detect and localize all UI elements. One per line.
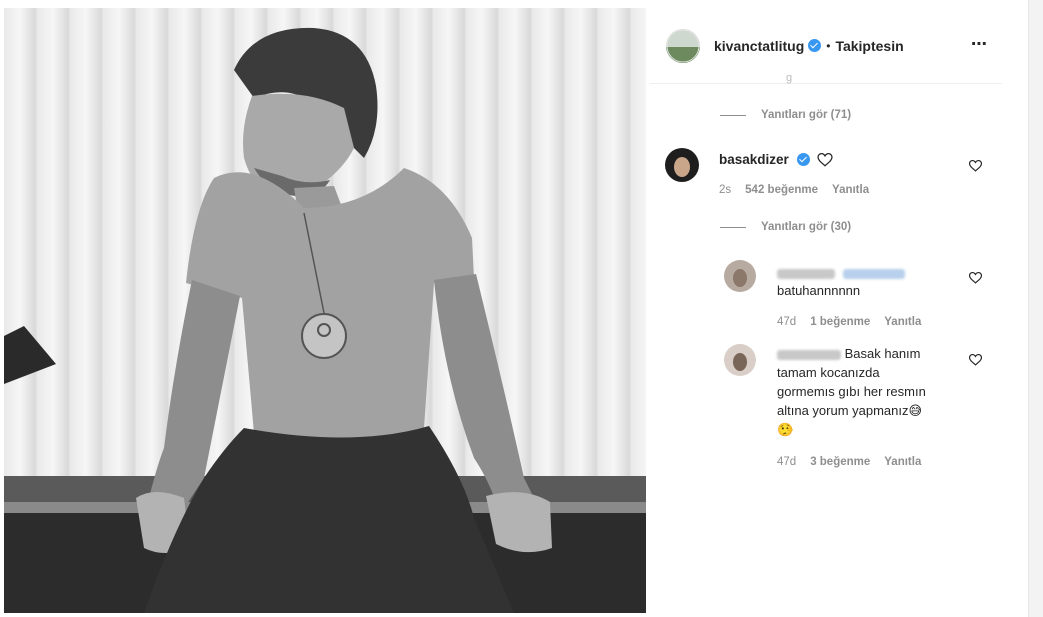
reply-reply-button[interactable]: Yanıtla: [884, 316, 921, 328]
more-options-icon[interactable]: ⋯: [971, 34, 988, 54]
comment-likes[interactable]: 542 beğenme: [745, 184, 818, 196]
comment-time[interactable]: 2s: [719, 184, 731, 196]
page-scrollbar[interactable]: [1028, 0, 1043, 617]
like-reply-heart-icon[interactable]: [969, 272, 982, 284]
reply-likes[interactable]: 3 beğenme: [810, 456, 870, 468]
header-separator: •: [826, 38, 831, 53]
view-replies-button[interactable]: Yanıtları gör (30): [720, 221, 851, 233]
heart-outline-icon: [817, 152, 833, 167]
like-comment-heart-icon[interactable]: [969, 160, 982, 172]
author-username[interactable]: kivanctatlitug: [714, 38, 804, 54]
grinning-sweat-emoji-icon: 😅: [908, 403, 923, 418]
view-replies-label: Yanıtları gör (30): [761, 221, 852, 233]
view-replies-label: Yanıtları gör (71): [761, 109, 852, 121]
reply-time[interactable]: 47d: [777, 316, 796, 328]
screenshot-frame: kivanctatlitug • Takiptesin ⋯ g Yanıtlar…: [0, 0, 1043, 617]
comment-reply-button[interactable]: Yanıtla: [832, 184, 869, 196]
reply-likes[interactable]: 1 beğenme: [810, 316, 870, 328]
commenter-avatar[interactable]: [665, 148, 699, 182]
reply-reply-button[interactable]: Yanıtla: [884, 456, 921, 468]
lying-face-emoji-icon: 🤥: [777, 422, 794, 437]
view-replies-line: [720, 114, 746, 116]
reply-text: batuhannnnnn: [777, 283, 861, 298]
post-photo[interactable]: [4, 8, 646, 613]
reply-avatar[interactable]: [724, 260, 756, 292]
photo-person-figure: [136, 27, 552, 613]
verified-badge-icon: [808, 39, 822, 52]
commenter-username[interactable]: basakdizer: [719, 152, 789, 167]
reply-time[interactable]: 47d: [777, 456, 796, 468]
comments-panel: kivanctatlitug • Takiptesin ⋯ g Yanıtlar…: [650, 8, 1022, 613]
like-reply-heart-icon[interactable]: [969, 354, 982, 366]
view-replies-button[interactable]: Yanıtları gör (71): [720, 109, 851, 121]
verified-badge-icon: [797, 153, 811, 167]
reply-text-line: tamam kocanızda: [777, 365, 880, 380]
comment-meta: 2s 542 beğenme Yanıtla: [719, 184, 869, 196]
reply-meta: 47d 3 beğenme Yanıtla: [777, 456, 921, 468]
view-replies-line: [720, 226, 746, 228]
reply-text-line: altına yorum yapmanız: [777, 403, 909, 418]
post-header: kivanctatlitug • Takiptesin ⋯: [650, 8, 1002, 84]
reply-username-blurred[interactable]: [777, 349, 841, 360]
reply-text-line: Basak hanım: [844, 346, 921, 361]
follow-status[interactable]: Takiptesin: [835, 38, 903, 54]
reply-meta: 47d 1 beğenme Yanıtla: [777, 316, 921, 328]
reply-avatar[interactable]: [724, 344, 756, 376]
author-avatar[interactable]: [666, 28, 700, 63]
reply-text: Basak hanım tamam kocanızda gormemıs gıb…: [777, 344, 967, 439]
comment-basakdizer: basakdizer: [665, 148, 1005, 208]
cut-off-text-fragment: g: [786, 72, 793, 84]
reply-text-line: gormemıs gıbı her resmın: [777, 384, 926, 399]
